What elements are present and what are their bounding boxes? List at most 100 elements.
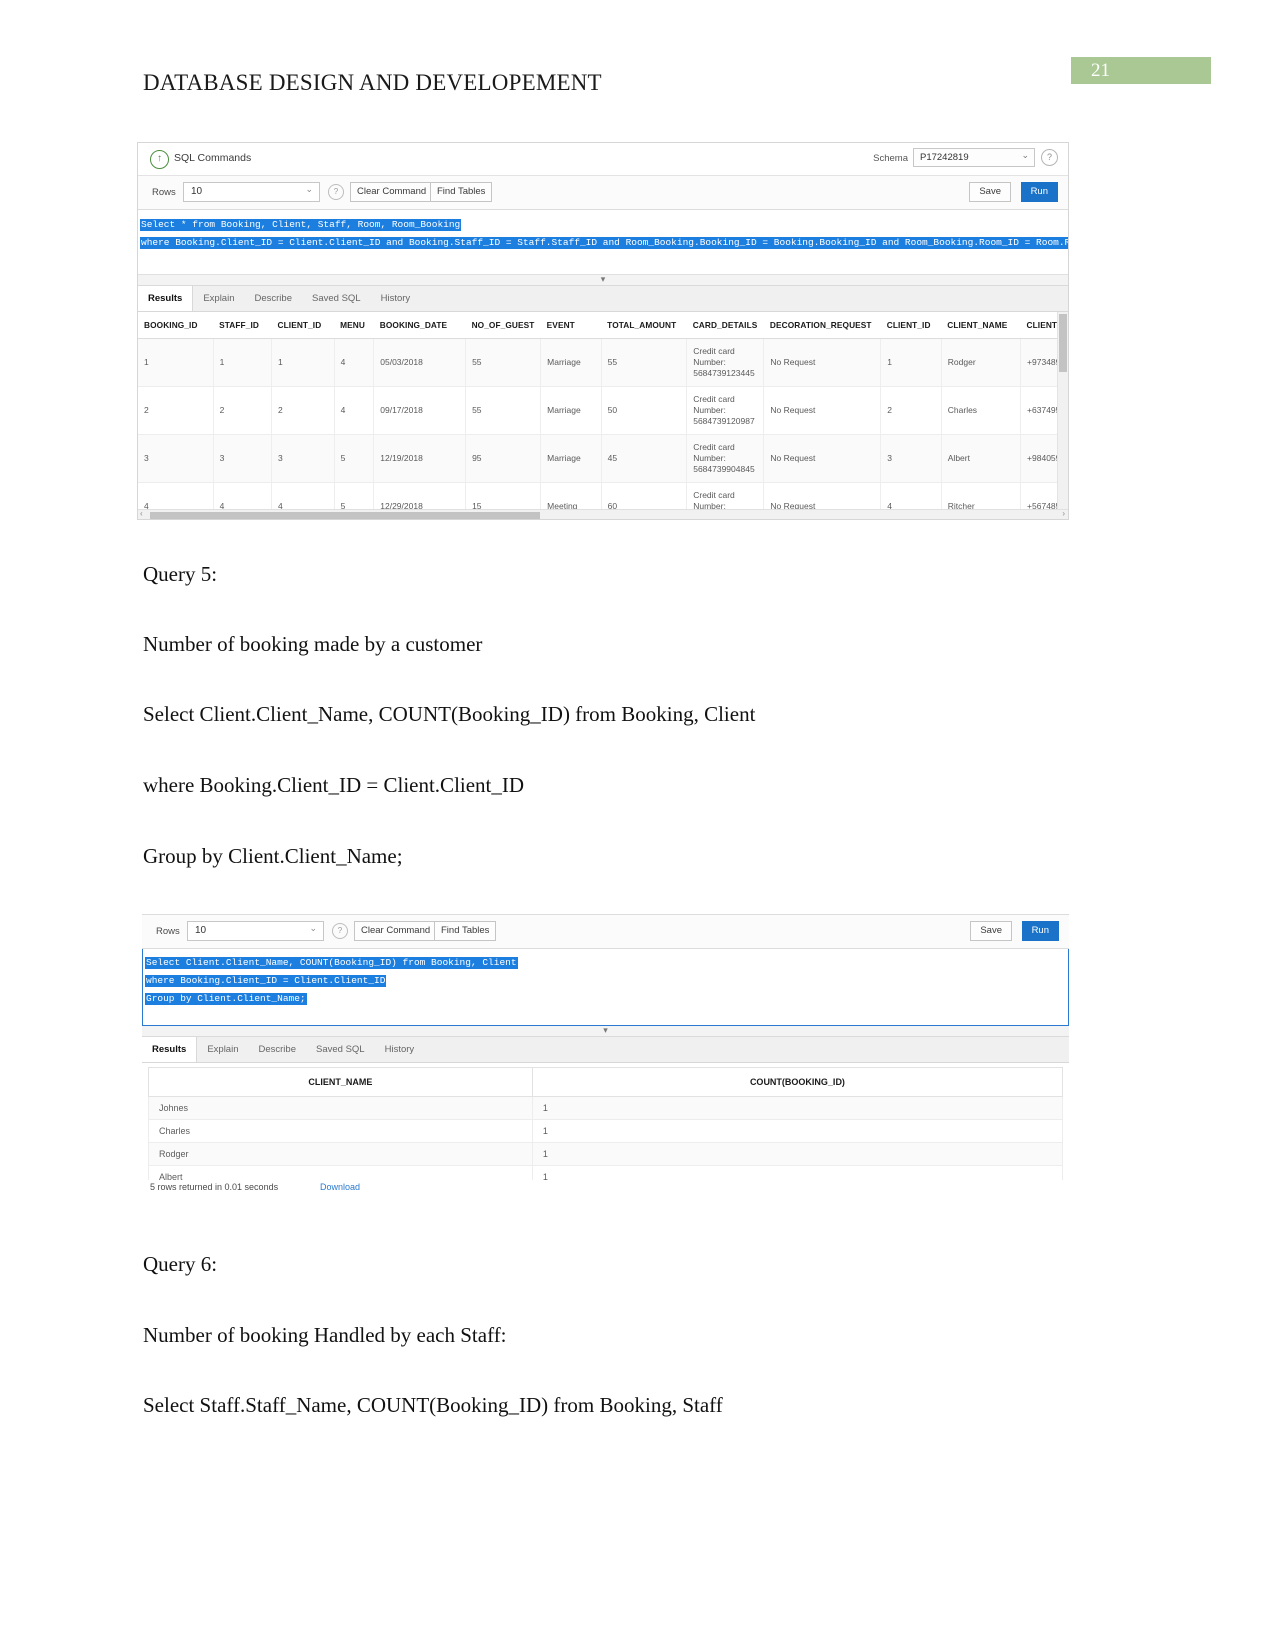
table-row: Charles 1: [148, 1119, 1064, 1143]
sql-commands-screenshot-1: ↑ SQL Commands Schema P17242819 ⌄ ? Rows…: [137, 142, 1069, 520]
table-cell: 4: [271, 482, 335, 509]
rows-value: 10: [195, 925, 207, 936]
column-header[interactable]: CLIENT_NAME: [941, 312, 1021, 339]
query5-sql-line-3: Group by Client.Client_Name;: [143, 844, 403, 868]
chevron-down-icon: ⌄: [1021, 150, 1029, 160]
rows-select[interactable]: 10 ⌄: [183, 182, 320, 202]
column-header[interactable]: CARD_DETAILS: [686, 312, 764, 339]
table-header-row: CLIENT_NAME COUNT(BOOKING_ID): [148, 1067, 1064, 1097]
table-cell: Ritcher: [941, 482, 1022, 509]
run-button[interactable]: Run: [1021, 921, 1059, 941]
table-row: Johnes 1: [148, 1096, 1064, 1120]
table-cell: No Request: [763, 434, 882, 483]
tab-results[interactable]: Results: [138, 286, 194, 311]
table-row: 1 1 1 4 05/03/2018 55 Marriage 55 Credit card Num…: [138, 338, 1068, 387]
tab-saved-sql[interactable]: Saved SQL: [302, 286, 371, 304]
tab-describe[interactable]: Describe: [245, 286, 303, 304]
table-cell: Charles: [941, 386, 1022, 435]
sql-line: Select Client.Client_Name, COUNT(Booking…: [145, 957, 518, 969]
column-header[interactable]: CLIENT_ID: [271, 312, 335, 339]
table-cell: Credit card Number: 5684739904845: [686, 434, 765, 483]
download-link[interactable]: Download: [320, 1182, 360, 1192]
table-cell: 1: [880, 338, 942, 387]
rows-returned-text: 5 rows returned in 0.01 seconds: [150, 1182, 279, 1192]
find-tables-button[interactable]: Find Tables: [430, 182, 493, 202]
result-tabs-1: Results Explain Describe Saved SQL History: [138, 286, 1068, 312]
help-icon[interactable]: ?: [1041, 149, 1058, 166]
table-cell: 1: [138, 338, 214, 387]
tab-explain[interactable]: Explain: [197, 1037, 248, 1055]
table-cell: 15: [465, 482, 542, 509]
column-header[interactable]: NO_OF_GUEST: [465, 312, 541, 339]
table-cell: Rodger: [148, 1142, 533, 1166]
table-cell: 3: [213, 434, 273, 483]
clear-command-button[interactable]: Clear Command: [354, 921, 438, 941]
editor-resize-handle[interactable]: ▾: [138, 274, 1068, 286]
table-header-row: BOOKING_ID STAFF_ID CLIENT_ID MENU BOOKING_D…: [138, 312, 1068, 339]
query6-heading: Query 6:: [143, 1252, 218, 1276]
column-header[interactable]: MENU: [334, 312, 374, 339]
scroll-left-arrow-icon[interactable]: ‹: [140, 509, 143, 518]
collapse-up-icon[interactable]: ↑: [150, 150, 169, 169]
table-cell: Marriage: [540, 434, 602, 483]
run-button[interactable]: Run: [1020, 182, 1058, 202]
column-header[interactable]: STAFF_ID: [213, 312, 272, 339]
scrollbar-thumb[interactable]: [150, 512, 540, 519]
results-footer-2: 5 rows returned in 0.01 seconds Download: [142, 1180, 1069, 1196]
column-header[interactable]: CLIENT_NAME: [148, 1067, 533, 1097]
table-cell: 2: [271, 386, 335, 435]
tab-history[interactable]: History: [375, 1037, 425, 1055]
table-cell: 60: [601, 482, 688, 509]
tab-describe[interactable]: Describe: [249, 1037, 307, 1055]
column-header[interactable]: BOOKING_DATE: [373, 312, 466, 339]
table-cell: 2: [138, 386, 214, 435]
query6-description: Number of booking Handled by each Staff:: [143, 1323, 507, 1347]
table-cell: 3: [138, 434, 214, 483]
schema-select[interactable]: P17242819 ⌄: [913, 148, 1035, 167]
find-tables-button[interactable]: Find Tables: [434, 921, 497, 941]
sql-toolbar-2: Rows 10 ⌄ ? Clear Command Find Tables Sa…: [142, 914, 1069, 949]
help-icon[interactable]: ?: [328, 184, 344, 200]
table-cell: 55: [465, 386, 542, 435]
column-header[interactable]: TOTAL_AMOUNT: [601, 312, 687, 339]
column-header[interactable]: CLIENT_ID: [880, 312, 942, 339]
table-cell: Marriage: [540, 338, 602, 387]
clear-command-button[interactable]: Clear Command: [350, 182, 434, 202]
sql-commands-screenshot-2: Rows 10 ⌄ ? Clear Command Find Tables Sa…: [142, 914, 1069, 1199]
scroll-right-arrow-icon[interactable]: ›: [1062, 509, 1065, 518]
sql-toolbar-1: Rows 10 ⌄ ? Clear Command Find Tables Sa…: [138, 176, 1068, 210]
table-cell: 1: [531, 1142, 1064, 1166]
horizontal-scrollbar-1[interactable]: ‹ ›: [138, 509, 1068, 519]
editor-resize-handle[interactable]: ▾: [142, 1025, 1069, 1037]
sql-editor-2[interactable]: Select Client.Client_Name, COUNT(Booking…: [142, 949, 1069, 1026]
column-header[interactable]: COUNT(BOOKING_ID): [531, 1067, 1064, 1097]
sql-commands-titlebar: ↑ SQL Commands Schema P17242819 ⌄ ?: [138, 143, 1068, 176]
scrollbar-thumb[interactable]: [1059, 314, 1067, 372]
rows-select[interactable]: 10 ⌄: [187, 921, 324, 941]
column-header[interactable]: DECORATION_REQUEST: [763, 312, 881, 339]
table-cell: 45: [601, 434, 688, 483]
tab-explain[interactable]: Explain: [193, 286, 244, 304]
sql-line: where Booking.Client_ID = Client.Client_…: [140, 237, 1068, 249]
sql-line: Select * from Booking, Client, Staff, Ro…: [140, 219, 462, 231]
table-cell: 5: [334, 482, 375, 509]
table-cell: 09/17/2018: [373, 386, 467, 435]
save-button[interactable]: Save: [969, 182, 1011, 202]
help-icon[interactable]: ?: [332, 923, 348, 939]
app-title-label: SQL Commands: [174, 152, 252, 164]
vertical-scrollbar-1[interactable]: [1057, 312, 1068, 509]
column-header[interactable]: BOOKING_ID: [138, 312, 214, 339]
table-cell: Meeting: [540, 482, 602, 509]
sql-editor-1[interactable]: Select * from Booking, Client, Staff, Ro…: [138, 210, 1068, 275]
column-header[interactable]: EVENT: [540, 312, 602, 339]
tab-results[interactable]: Results: [142, 1037, 198, 1062]
tab-history[interactable]: History: [371, 286, 421, 304]
tab-saved-sql[interactable]: Saved SQL: [306, 1037, 375, 1055]
sql-line: Group by Client.Client_Name;: [145, 993, 307, 1005]
table-cell: 55: [465, 338, 542, 387]
table-cell: 55: [601, 338, 688, 387]
table-cell: Charles: [148, 1119, 533, 1143]
table-cell: 1: [531, 1096, 1064, 1120]
table-row: 3 3 3 5 12/19/2018 95 Marriage 45 Credit card Num…: [138, 434, 1068, 483]
save-button[interactable]: Save: [970, 921, 1012, 941]
